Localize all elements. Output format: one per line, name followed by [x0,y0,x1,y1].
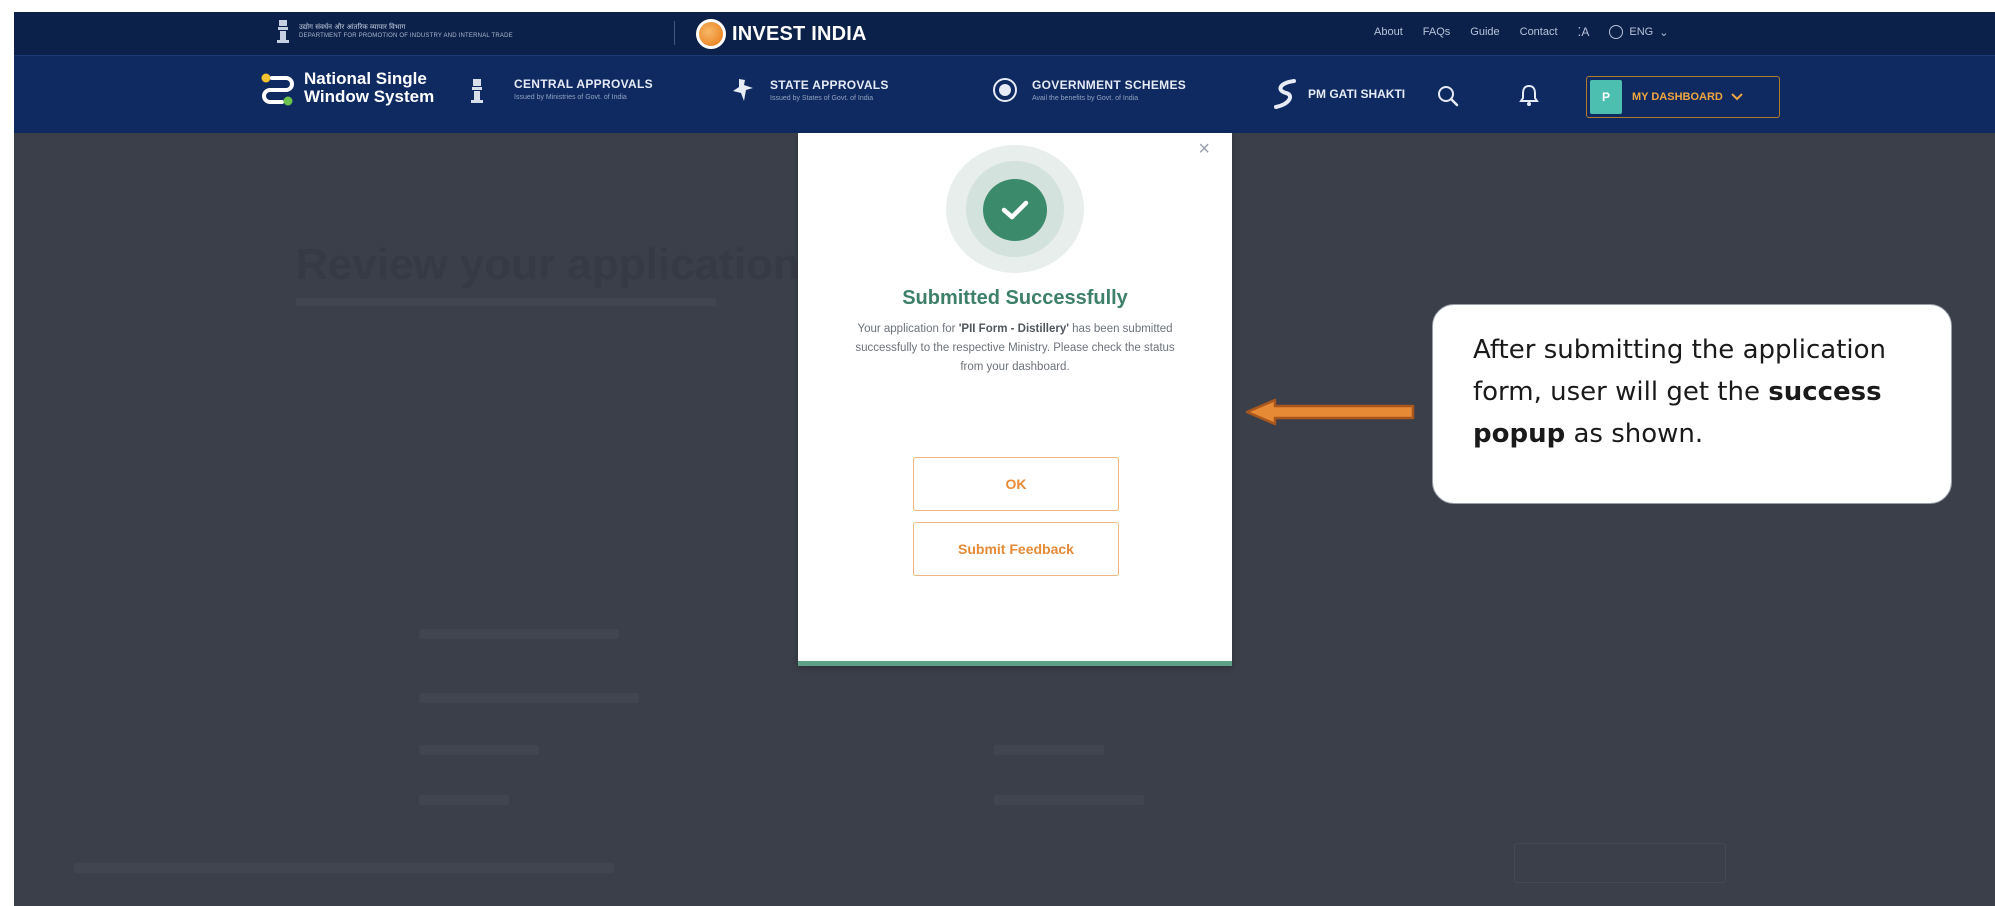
dept-name-hindi: उद्योग संवर्धन और आंतरिक व्यापार विभाग [299,22,406,31]
annotation-text: After submitting the application form, u… [1473,329,1943,455]
nav-pm-gati-shakti[interactable]: PM GATI SHAKTI [1272,78,1405,110]
nav-central-approvals[interactable]: CENTRAL APPROVALS Issued by Ministries o… [514,77,653,101]
language-value: ENG [1629,26,1654,38]
nav-state-approvals[interactable]: STATE APPROVALS Issued by States of Govt… [730,77,889,103]
nav-central-title: CENTRAL APPROVALS [514,77,653,91]
brand-line-1: National Single [304,69,427,88]
bell-icon[interactable] [1518,83,1540,107]
background-field-value [994,745,1104,755]
message-prefix: Your application for [857,323,959,335]
my-dashboard-button[interactable]: P MY DASHBOARD [1586,76,1780,118]
background-button [1514,843,1726,883]
text-size-glyph: A [1581,25,1590,39]
nsws-brand[interactable]: National Single Window System [260,70,434,106]
link-faqs[interactable]: FAQs [1423,26,1451,38]
globe-icon [1609,25,1624,39]
national-emblem-icon [277,20,289,43]
nsws-logo-icon [261,73,294,106]
gati-shakti-logo-icon [1274,79,1296,109]
success-modal: × Submitted Successfully Your applicatio… [798,133,1232,666]
invest-india-logo[interactable]: INVEST INDIA [696,19,867,49]
background-field-label [419,693,639,703]
nav-schemes-subtitle: Avail the benefits by Govt. of India [1032,95,1139,102]
submit-feedback-button[interactable]: Submit Feedback [913,522,1119,576]
annotation-callout: After submitting the application form, u… [1432,304,1952,504]
link-guide[interactable]: Guide [1470,26,1499,38]
dashboard-label: MY DASHBOARD [1632,91,1723,103]
background-field-label [419,629,619,639]
modal-title: Submitted Successfully [902,287,1128,309]
chevron-down-icon: ⌄ [1659,26,1669,39]
dpiit-logo[interactable]: उद्योग संवर्धन और आंतरिक व्यापार विभाग D… [276,18,513,44]
gati-shakti-label: PM GATI SHAKTI [1308,87,1406,101]
annotation-part-2: as shown. [1565,419,1704,449]
arrow-left-icon [1245,398,1415,426]
nav-state-subtitle: Issued by States of Govt. of India [770,95,874,102]
success-halo-inner [966,161,1064,257]
background-subheading [296,298,716,306]
top-strip: उद्योग संवर्धन और आंतरिक व्यापार विभाग D… [14,12,1995,55]
background-footer-text [74,863,614,873]
nav-central-subtitle: Issued by Ministries of Govt. of India [514,94,627,101]
language-selector[interactable]: ENG ⌄ [1609,25,1668,39]
background-page-heading: Review your application [296,240,800,289]
divider [674,21,675,45]
background-field-value [994,795,1144,805]
utility-links: About FAQs Guide Contact ⁚A ENG ⌄ [1374,25,1668,39]
user-avatar: P [1590,80,1622,114]
close-icon[interactable]: × [1198,139,1210,159]
success-halo [946,145,1084,273]
link-contact[interactable]: Contact [1520,26,1558,38]
background-field-label [419,745,539,755]
message-form-name: 'PII Form - Distillery' [958,323,1069,335]
modal-message: Your application for 'PII Form - Distill… [846,320,1184,377]
invest-india-logo-icon [696,19,726,49]
search-icon[interactable] [1436,84,1460,108]
dept-name-english: DEPARTMENT FOR PROMOTION OF INDUSTRY AND… [299,32,513,39]
brand-line-2: Window System [304,87,435,106]
background-field-label [419,795,509,805]
checkmark-icon [1001,200,1029,220]
national-emblem-icon [471,79,483,103]
chevron-down-icon [1731,93,1743,101]
india-map-icon [733,79,753,101]
ashoka-chakra-icon [993,78,1017,102]
check-circle-icon [983,179,1047,241]
nav-state-title: STATE APPROVALS [770,78,889,92]
text-size-icon[interactable]: ⁚A [1578,25,1590,39]
nav-government-schemes[interactable]: GOVERNMENT SCHEMES Avail the benefits by… [992,77,1186,103]
ok-button[interactable]: OK [913,457,1119,511]
invest-india-text: INVEST INDIA [732,22,867,45]
main-navbar: National Single Window System CENTRAL AP… [14,55,1995,133]
nav-schemes-title: GOVERNMENT SCHEMES [1032,78,1187,92]
link-about[interactable]: About [1374,26,1403,38]
